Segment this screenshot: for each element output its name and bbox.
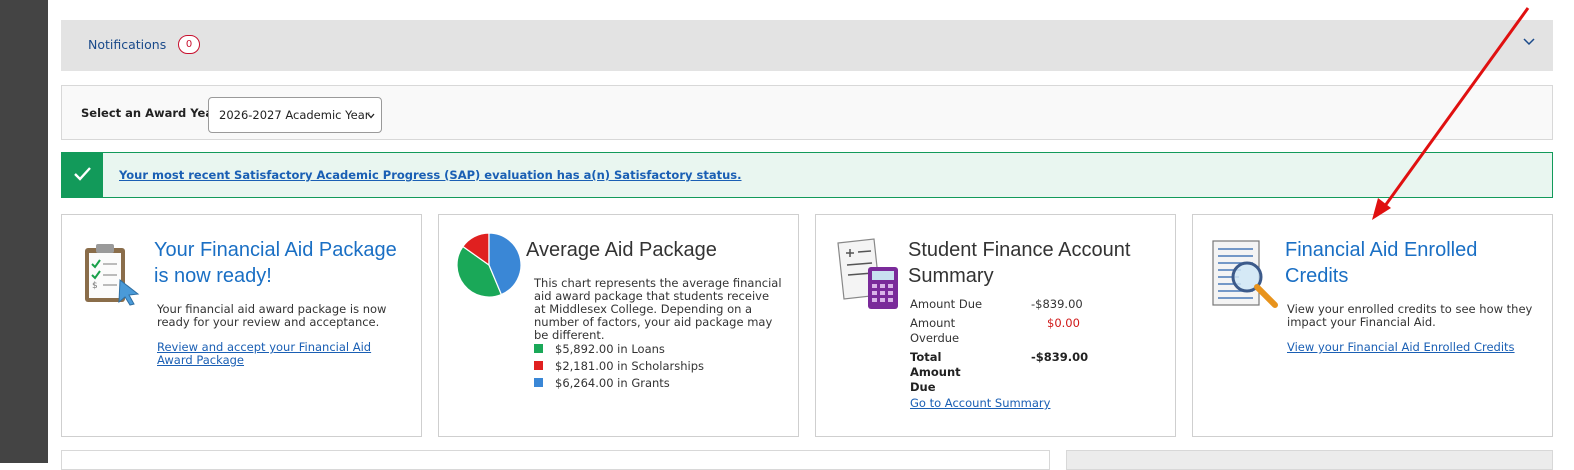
amount-due-value: -$839.00 — [1031, 297, 1083, 311]
card-description: View your enrolled credits to see how th… — [1287, 302, 1533, 329]
sap-status-banner: Your most recent Satisfactory Academic P… — [61, 152, 1553, 198]
legend-swatch — [534, 378, 543, 387]
award-year-label: Select an Award Year: — [81, 106, 224, 120]
chevron-down-icon[interactable] — [1521, 34, 1537, 50]
award-year-selected-value: 2026-2027 Academic Year — [219, 108, 370, 122]
account-summary-link[interactable]: Go to Account Summary — [910, 397, 1050, 410]
aid-pie-chart — [456, 232, 522, 298]
enrolled-credits-card: Financial Aid Enrolled Credits View your… — [1192, 214, 1553, 437]
left-rail — [0, 0, 48, 463]
legend-swatch — [534, 344, 543, 353]
award-year-panel: Select an Award Year: 2026-2027 Academic… — [61, 85, 1553, 140]
notifications-count-badge: 0 — [178, 35, 200, 54]
total-amount-due-value: -$839.00 — [1031, 350, 1089, 364]
main-content: Notifications 0 Select an Award Year: 20… — [48, 0, 1574, 470]
student-finance-card: Student Finance Account Summary Amount D… — [815, 214, 1176, 437]
card-description: This chart represents the average financ… — [534, 276, 782, 342]
financial-aid-package-card: $ Your Financial Aid Package is now read… — [61, 214, 422, 437]
card-title: Your Financial Aid Package is now ready! — [154, 239, 397, 287]
calculator-icon — [837, 238, 898, 309]
lower-panel-left — [61, 450, 1050, 470]
card-title: Student Finance Account Summary — [908, 239, 1131, 287]
legend-swatch — [534, 361, 543, 370]
card-description: Your financial aid award package is now … — [157, 302, 387, 329]
legend-label: $2,181.00 in Scholarships — [555, 359, 705, 373]
enrolled-credits-link[interactable]: View your Financial Aid Enrolled Credits — [1287, 341, 1515, 354]
card-title: Financial Aid Enrolled Credits — [1285, 239, 1478, 287]
notifications-bar[interactable]: Notifications 0 — [61, 20, 1553, 71]
legend-label: $5,892.00 in Loans — [555, 342, 665, 356]
check-icon — [62, 153, 103, 197]
svg-text:$: $ — [92, 281, 98, 291]
amount-overdue-value: $0.00 — [1047, 316, 1080, 330]
chevron-down-icon — [367, 113, 375, 119]
sap-status-link[interactable]: Your most recent Satisfactory Academic P… — [119, 168, 742, 182]
lower-panel-right — [1066, 450, 1553, 470]
card-title: Average Aid Package — [526, 239, 717, 261]
notifications-label[interactable]: Notifications — [88, 37, 166, 52]
award-year-select[interactable]: 2026-2027 Academic Year — [208, 97, 382, 133]
average-aid-package-card: Average Aid Package This chart represent… — [438, 214, 799, 437]
review-package-link[interactable]: Review and accept your Financial Aid Awa… — [157, 341, 397, 367]
magnifying-glass-icon — [1212, 240, 1278, 308]
clipboard-icon: $ — [85, 244, 140, 306]
amount-overdue-label: Amount Overdue — [910, 316, 960, 345]
amount-due-label: Amount Due — [910, 297, 983, 311]
legend-label: $6,264.00 in Grants — [555, 376, 670, 390]
total-amount-due-label: Total Amount Due — [910, 350, 961, 394]
